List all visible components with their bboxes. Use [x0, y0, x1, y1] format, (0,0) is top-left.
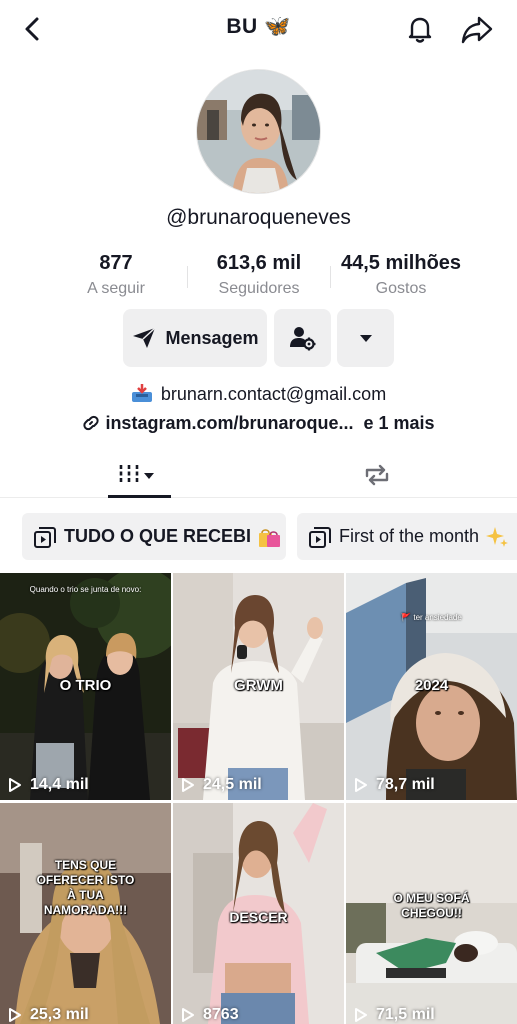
user-gear-icon [289, 327, 315, 351]
likes-stat[interactable]: 44,5 milhões Gostos [330, 252, 472, 298]
link-icon [82, 414, 100, 437]
tab-videos[interactable] [90, 452, 190, 498]
playlist-chip[interactable]: TUDO O QUE RECEBI [22, 513, 286, 560]
likes-label: Gostos [375, 280, 427, 297]
video-thumbnail[interactable]: DESCER 8763 [173, 803, 344, 1024]
avatar[interactable] [196, 69, 321, 194]
view-count: 71,5 mil [376, 1006, 435, 1023]
video-caption: TENS QUE OFERECER ISTO À TUA NAMORADA!!! [36, 858, 135, 917]
sparkles-icon [486, 526, 509, 547]
shopping-bags-icon [259, 528, 281, 547]
profile-tabs [0, 452, 517, 498]
following-stat[interactable]: 877 A seguir [66, 252, 166, 298]
share-icon[interactable] [460, 13, 494, 45]
view-count: 25,3 mil [30, 1006, 89, 1023]
play-icon [355, 1008, 367, 1022]
video-caption: GRWM [234, 677, 283, 694]
top-bar: BU 🦋 [0, 0, 517, 60]
video-caption: DESCER [229, 909, 288, 925]
followers-label: Seguidores [218, 280, 300, 297]
video-overlay-text: 🚩 ter ansiedade [401, 613, 462, 622]
tab-reposts[interactable] [327, 452, 427, 498]
bio-link[interactable]: instagram.com/brunaroque... e 1 mais [0, 413, 517, 437]
play-icon [9, 778, 21, 792]
playlist-chip[interactable]: First of the month [297, 513, 517, 560]
video-thumbnail[interactable]: O MEU SOFÁ CHEGOU!! 71,5 mil [346, 803, 517, 1024]
video-thumbnail[interactable]: GRWM 24,5 mil [173, 573, 344, 800]
playlist-label: First of the month [339, 526, 480, 546]
bio-email: brunarn.contact@gmail.com [0, 383, 517, 408]
followers-stat[interactable]: 613,6 mil Seguidores [199, 252, 319, 298]
playlist-icon [34, 526, 56, 548]
videos-grid-icon [119, 465, 154, 484]
play-icon [355, 778, 367, 792]
caret-down-icon [359, 335, 372, 342]
video-views: 78,7 mil [354, 776, 435, 794]
repost-icon [365, 464, 389, 486]
video-thumbnail[interactable]: 🚩 ter ansiedade 2024 78,7 mil [346, 573, 517, 800]
video-grid: Quando o trio se junta de novo: O TRIO 1… [0, 573, 517, 1024]
view-count: 14,4 mil [30, 776, 89, 793]
view-count: 78,7 mil [376, 776, 435, 793]
profile-stats: 877 A seguir 613,6 mil Seguidores 44,5 m… [0, 252, 517, 304]
username: @brunaroqueneves [166, 206, 351, 229]
video-caption: O MEU SOFÁ CHEGOU!! [393, 891, 470, 920]
bell-icon[interactable] [404, 13, 436, 45]
video-thumbnail[interactable]: TENS QUE OFERECER ISTO À TUA NAMORADA!!!… [0, 803, 171, 1024]
more-options-button[interactable] [337, 309, 394, 367]
link-text[interactable]: instagram.com/brunaroque... [105, 413, 353, 433]
video-views: 8763 [181, 1006, 239, 1024]
following-label: A seguir [87, 280, 145, 297]
play-icon [9, 1008, 21, 1022]
video-caption: 2024 [414, 677, 449, 694]
playlist-label: TUDO O QUE RECEBI [64, 526, 252, 546]
message-button-label: Mensagem [165, 327, 259, 348]
message-button[interactable]: Mensagem [123, 309, 267, 367]
video-views: 25,3 mil [8, 1006, 89, 1024]
video-views: 24,5 mil [181, 776, 262, 794]
likes-count: 44,5 milhões [340, 252, 462, 274]
stat-divider [187, 266, 188, 288]
followers-count: 613,6 mil [216, 252, 302, 274]
follow-settings-button[interactable] [274, 309, 331, 367]
link-more[interactable]: e 1 mais [363, 413, 434, 433]
play-icon [182, 778, 194, 792]
avatar-image [197, 70, 320, 193]
playlists-row: TUDO O QUE RECEBI First of the month [0, 513, 517, 561]
play-icon [182, 1008, 194, 1022]
profile-title: BU 🦋 [226, 15, 291, 38]
video-overlay-text: Quando o trio se junta de novo: [29, 585, 142, 594]
video-caption: O TRIO [59, 677, 112, 694]
send-icon [133, 327, 156, 348]
email-text[interactable]: brunarn.contact@gmail.com [161, 384, 386, 404]
active-tab-indicator [108, 495, 171, 498]
view-count: 24,5 mil [203, 776, 262, 793]
playlist-icon [309, 526, 331, 548]
video-thumbnail[interactable]: Quando o trio se junta de novo: O TRIO 1… [0, 573, 171, 800]
video-views: 71,5 mil [354, 1006, 435, 1024]
inbox-tray-icon [131, 383, 153, 408]
following-count: 877 [99, 252, 133, 274]
view-count: 8763 [203, 1006, 239, 1023]
video-views: 14,4 mil [8, 776, 89, 794]
